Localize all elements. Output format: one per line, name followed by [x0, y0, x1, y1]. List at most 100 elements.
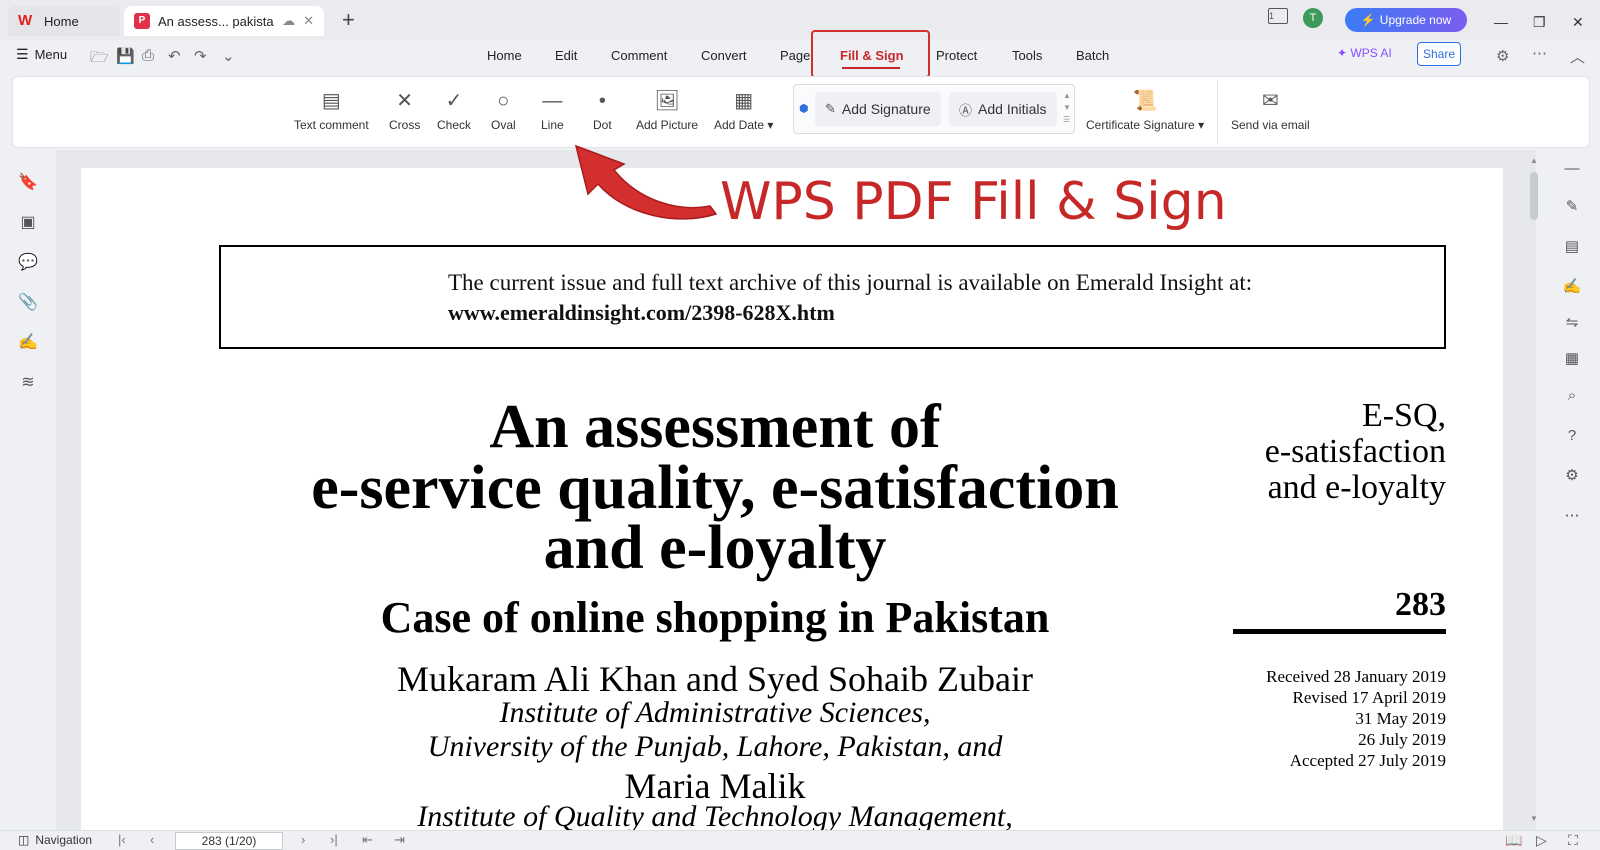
collapse-ribbon-icon[interactable]: ︿ — [1570, 46, 1585, 67]
tab-protect[interactable]: Protect — [936, 48, 977, 63]
dot-label: Dot — [593, 118, 612, 132]
tab-edit[interactable]: Edit — [555, 48, 577, 63]
oval-tool[interactable]: ○ Oval — [491, 88, 516, 132]
new-tab-button[interactable]: + — [342, 8, 355, 32]
share-button[interactable]: Share — [1417, 42, 1461, 66]
dot-icon: • — [598, 90, 606, 112]
journal-notice-box — [219, 245, 1446, 349]
play-icon[interactable]: ▷ — [1536, 832, 1547, 849]
settings-gear-icon[interactable]: ⚙ — [1562, 466, 1582, 484]
tab-home-label: Home — [44, 13, 79, 29]
save-icon[interactable]: 💾 — [116, 47, 135, 65]
open-folder-icon[interactable]: 🗁 — [90, 47, 109, 72]
tab-batch[interactable]: Batch — [1076, 48, 1109, 63]
menu-label: Menu — [34, 47, 68, 62]
certificate-signature-text: Certificate Signature — [1086, 118, 1195, 132]
tab-convert[interactable]: Convert — [701, 48, 747, 63]
compare-panel-icon[interactable]: ⇋ — [1562, 313, 1582, 331]
print-icon[interactable]: ⎙ — [142, 47, 154, 64]
form-panel-icon[interactable]: ▦ — [1562, 349, 1582, 367]
search-icon[interactable]: ⌕ — [1562, 387, 1582, 404]
lightning-icon: ⚡ — [1360, 13, 1376, 27]
page-number-rule — [1233, 629, 1446, 634]
close-window-icon[interactable]: ✕ — [1572, 10, 1584, 34]
tab-comment[interactable]: Comment — [611, 48, 667, 63]
navigation-label: Navigation — [35, 833, 93, 847]
text-comment-tool[interactable]: ▤ Text comment — [294, 88, 369, 132]
redo-icon[interactable]: ↷ — [194, 47, 207, 65]
check-tool[interactable]: ✓ Check — [437, 88, 471, 132]
menu-button[interactable]: ☰ Menu — [16, 46, 67, 63]
date-line: 26 July 2019 — [1358, 730, 1446, 749]
forward-view-icon[interactable]: ⇥ — [394, 832, 405, 848]
back-view-icon[interactable]: ⇤ — [362, 832, 373, 848]
fullscreen-icon[interactable]: ⛶ — [1568, 832, 1578, 849]
comment-icon[interactable]: 💬 — [18, 252, 38, 272]
tab-home-menu[interactable]: Home — [487, 48, 522, 63]
previous-page-icon[interactable]: ‹ — [150, 832, 154, 847]
vertical-scrollbar[interactable] — [1530, 172, 1538, 220]
bookmark-icon[interactable]: 🔖 — [18, 172, 38, 192]
send-via-email-label: Send via email — [1231, 118, 1310, 132]
dot-tool[interactable]: • Dot — [593, 88, 612, 132]
add-signature-label: Add Signature — [841, 101, 931, 117]
tab-page[interactable]: Page — [780, 48, 810, 63]
tab-fill-sign[interactable]: Fill & Sign — [840, 48, 904, 63]
oval-label: Oval — [491, 118, 516, 132]
running-title-2: e-satisfaction — [1264, 433, 1446, 470]
navigation-button[interactable]: ◫ Navigation — [18, 833, 92, 847]
document-panel-icon[interactable]: ▤ — [1562, 237, 1582, 255]
signature-panel-icon[interactable]: ✍ — [18, 332, 38, 352]
gallery-scroll-icon[interactable]: ▲ ▼ ☰ — [1063, 90, 1071, 126]
page-number-field[interactable]: 283 (1/20) — [175, 832, 283, 850]
wps-ai-label: WPS AI — [1350, 46, 1392, 60]
layers-icon[interactable]: ≋ — [18, 372, 38, 392]
add-initials-button[interactable]: Ⓐ Add Initials — [949, 92, 1057, 126]
last-page-icon[interactable]: ›| — [330, 832, 338, 847]
collapse-panel-icon[interactable]: — — [1562, 160, 1582, 177]
minimize-icon[interactable]: — — [1494, 10, 1508, 34]
settings-icon[interactable]: ⚙ — [1496, 47, 1509, 65]
more-icon[interactable]: ⋯ — [1532, 44, 1547, 62]
fill-sign-headline: WPS PDF Fill & Sign — [720, 172, 1227, 232]
upgrade-label: Upgrade now — [1379, 13, 1452, 27]
reading-mode-icon[interactable]: 📖 — [1505, 832, 1522, 849]
upgrade-button[interactable]: ⚡ Upgrade now — [1345, 8, 1467, 32]
add-date-tool[interactable]: ▦ Add Date ▾ — [714, 88, 773, 132]
wps-ai-button[interactable]: ✦ WPS AI — [1337, 46, 1392, 60]
cross-label: Cross — [389, 118, 421, 132]
add-signature-button[interactable]: ✎ Add Signature — [815, 92, 941, 126]
cloud-icon[interactable]: ☁ — [282, 13, 295, 29]
scroll-down-icon[interactable]: ▼ — [1530, 814, 1538, 823]
picture-icon: 🖼 — [654, 90, 680, 112]
add-picture-label: Add Picture — [636, 118, 699, 132]
undo-icon[interactable]: ↶ — [168, 47, 181, 65]
scroll-up-icon[interactable]: ▲ — [1530, 156, 1538, 165]
sign-panel-icon[interactable]: ✍ — [1562, 277, 1582, 295]
chevron-down-icon[interactable]: ⌄ — [222, 47, 235, 65]
more-options-icon[interactable]: ⋯ — [1562, 506, 1582, 524]
edit-panel-icon[interactable]: ✎ — [1562, 197, 1582, 215]
tab-tools[interactable]: Tools — [1012, 48, 1042, 63]
help-icon[interactable]: ? — [1562, 427, 1582, 444]
paper-title-line3: and e-loyalty — [543, 514, 887, 582]
next-page-icon[interactable]: › — [301, 832, 305, 847]
user-avatar[interactable]: T — [1303, 8, 1323, 28]
restore-icon[interactable]: ❐ — [1533, 10, 1546, 34]
close-tab-icon[interactable]: ✕ — [303, 13, 314, 29]
tab-document[interactable]: P An assess... pakistan ☁ ✕ — [124, 6, 324, 36]
thumbnails-icon[interactable]: ▣ — [18, 212, 38, 232]
premium-badge-icon: ⬢ — [799, 103, 809, 115]
line-tool[interactable]: — Line — [541, 88, 564, 132]
send-via-email-tool[interactable]: ✉ Send via email — [1231, 88, 1310, 132]
certificate-signature-tool[interactable]: 📜 Certificate Signature ▾ — [1086, 88, 1204, 132]
authors-line: Mukaram Ali Khan and Syed Sohaib Zubair — [397, 659, 1033, 699]
first-page-icon[interactable]: |‹ — [118, 832, 126, 847]
attachment-icon[interactable]: 📎 — [18, 292, 38, 312]
journal-url[interactable]: www.emeraldinsight.com/2398-628X.htm — [448, 300, 835, 326]
add-picture-tool[interactable]: 🖼 Add Picture — [636, 88, 698, 132]
tab-home[interactable]: W Home — [8, 6, 120, 36]
cross-tool[interactable]: ✕ Cross — [389, 88, 420, 132]
status-bar: ◫ Navigation |‹ ‹ 283 (1/20) › ›| ⇤ ⇥ 📖 … — [0, 830, 1600, 850]
reader-mode-icon[interactable]: 1 — [1268, 8, 1288, 24]
